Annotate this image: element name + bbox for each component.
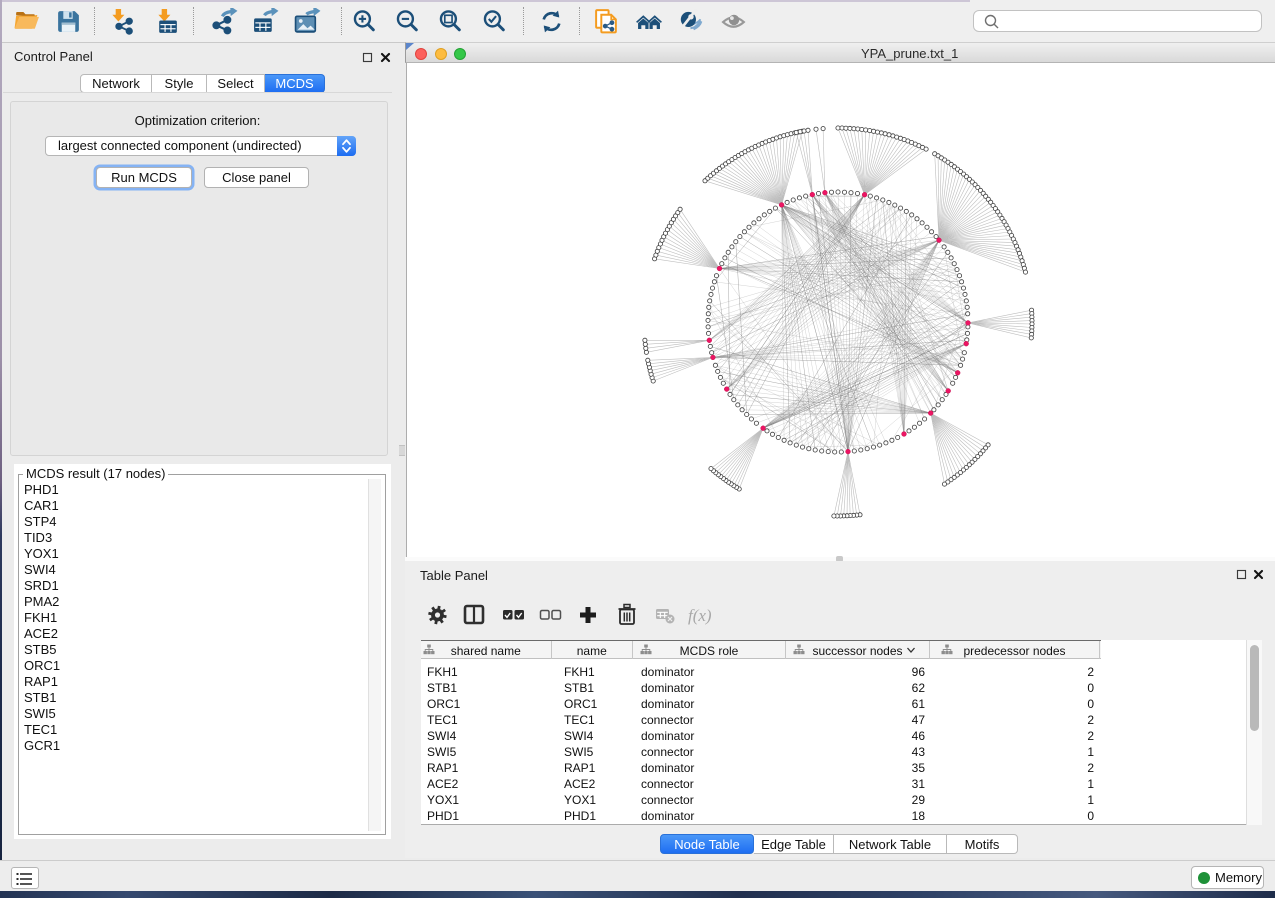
svg-text:f(x): f(x)	[688, 606, 712, 625]
